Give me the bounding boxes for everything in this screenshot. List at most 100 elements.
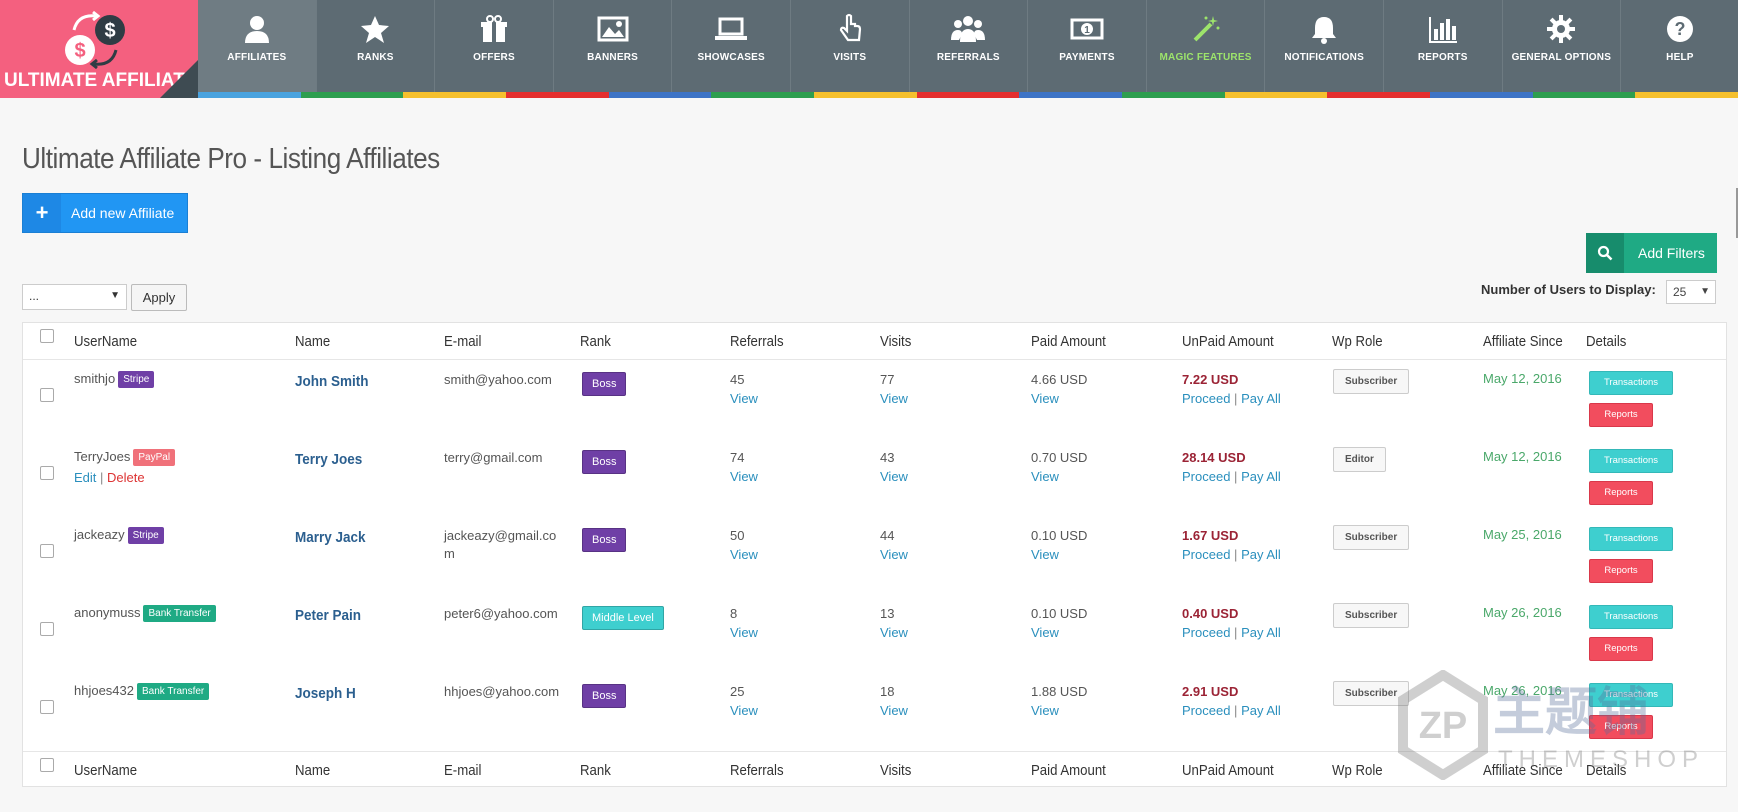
affiliate-name-link[interactable]: Terry Joes: [295, 451, 362, 468]
paid-view-link[interactable]: View: [1031, 467, 1087, 486]
laptop-icon: [714, 12, 748, 46]
delete-link[interactable]: Delete: [107, 470, 145, 485]
wp-role-button[interactable]: Subscriber: [1333, 525, 1410, 550]
footer-email[interactable]: E-mail: [444, 762, 481, 779]
header-referrals[interactable]: Referrals: [730, 333, 784, 350]
header-affiliate-since[interactable]: Affiliate Since: [1483, 333, 1563, 350]
row-checkbox[interactable]: [40, 700, 54, 714]
visits-view-link[interactable]: View: [880, 389, 908, 408]
referrals-view-link[interactable]: View: [730, 545, 758, 564]
transactions-button[interactable]: Transactions: [1589, 683, 1673, 707]
pay-all-link[interactable]: Pay All: [1241, 625, 1281, 640]
reports-button[interactable]: Reports: [1589, 559, 1653, 583]
nav-payments[interactable]: 1 PAYMENTS: [1028, 0, 1147, 92]
footer-unpaid-amount[interactable]: UnPaid Amount: [1182, 762, 1274, 779]
header-visits[interactable]: Visits: [880, 333, 911, 350]
nav-notifications[interactable]: NOTIFICATIONS: [1265, 0, 1384, 92]
transactions-button[interactable]: Transactions: [1589, 449, 1673, 473]
payment-method-badge: PayPal: [133, 449, 176, 467]
referrals-cell: 45 View: [730, 370, 758, 408]
visits-view-link[interactable]: View: [880, 623, 908, 642]
proceed-link[interactable]: Proceed: [1182, 703, 1230, 718]
proceed-link[interactable]: Proceed: [1182, 469, 1230, 484]
row-checkbox[interactable]: [40, 466, 54, 480]
row-checkbox[interactable]: [40, 388, 54, 402]
pay-all-link[interactable]: Pay All: [1241, 469, 1281, 484]
header-email[interactable]: E-mail: [444, 333, 481, 350]
pay-all-link[interactable]: Pay All: [1241, 547, 1281, 562]
paid-amount: 0.10 USD: [1031, 606, 1088, 621]
header-paid-amount[interactable]: Paid Amount: [1031, 333, 1106, 350]
reports-button[interactable]: Reports: [1589, 637, 1653, 661]
nav-help[interactable]: ? HELP: [1621, 0, 1738, 92]
transactions-button[interactable]: Transactions: [1589, 605, 1673, 629]
referrals-view-link[interactable]: View: [730, 623, 758, 642]
rank-badge: Boss: [582, 684, 627, 708]
nav-offers[interactable]: OFFERS: [435, 0, 554, 92]
wp-role-button[interactable]: Subscriber: [1333, 603, 1410, 628]
reports-button[interactable]: Reports: [1589, 481, 1653, 505]
pay-all-link[interactable]: Pay All: [1241, 703, 1281, 718]
select-all-checkbox-footer[interactable]: [40, 758, 54, 772]
visits-view-link[interactable]: View: [880, 545, 908, 564]
transactions-button[interactable]: Transactions: [1589, 527, 1673, 551]
header-wp-role[interactable]: Wp Role: [1332, 333, 1383, 350]
nav-ranks[interactable]: RANKS: [317, 0, 436, 92]
bulk-action-select[interactable]: ... ▼: [22, 284, 127, 310]
nav-banners[interactable]: BANNERS: [554, 0, 673, 92]
footer-wp-role[interactable]: Wp Role: [1332, 762, 1383, 779]
paid-view-link[interactable]: View: [1031, 389, 1087, 408]
paid-view-link[interactable]: View: [1031, 623, 1087, 642]
visits-view-link[interactable]: View: [880, 701, 908, 720]
affiliate-name-link[interactable]: Marry Jack: [295, 529, 366, 546]
affiliate-name-link[interactable]: John Smith: [295, 373, 369, 390]
affiliate-name-link[interactable]: Peter Pain: [295, 607, 361, 624]
header-unpaid-amount[interactable]: UnPaid Amount: [1182, 333, 1274, 350]
header-name[interactable]: Name: [295, 333, 330, 350]
proceed-link[interactable]: Proceed: [1182, 547, 1230, 562]
transactions-button[interactable]: Transactions: [1589, 371, 1673, 395]
wp-role-button[interactable]: Editor: [1333, 447, 1386, 472]
referrals-view-link[interactable]: View: [730, 389, 758, 408]
footer-paid-amount[interactable]: Paid Amount: [1031, 762, 1106, 779]
nav-reports[interactable]: REPORTS: [1384, 0, 1503, 92]
wp-role-button[interactable]: Subscriber: [1333, 681, 1410, 706]
affiliate-name-link[interactable]: Joseph H: [295, 685, 356, 702]
nav-referrals[interactable]: REFERRALS: [910, 0, 1029, 92]
paid-view-link[interactable]: View: [1031, 701, 1087, 720]
add-filters-button[interactable]: Add Filters: [1586, 233, 1717, 273]
row-checkbox[interactable]: [40, 544, 54, 558]
nav-general-options[interactable]: GENERAL OPTIONS: [1503, 0, 1622, 92]
logo[interactable]: $ $ ULTIMATE AFFILIATE: [0, 0, 198, 98]
header-rank[interactable]: Rank: [580, 333, 611, 350]
referrals-view-link[interactable]: View: [730, 467, 758, 486]
apply-button[interactable]: Apply: [131, 284, 187, 311]
paid-view-link[interactable]: View: [1031, 545, 1087, 564]
reports-button[interactable]: Reports: [1589, 403, 1653, 427]
edit-link[interactable]: Edit: [74, 470, 96, 485]
footer-name[interactable]: Name: [295, 762, 330, 779]
pay-all-link[interactable]: Pay All: [1241, 391, 1281, 406]
nav-showcases[interactable]: SHOWCASES: [672, 0, 791, 92]
nav-visits[interactable]: VISITS: [791, 0, 910, 92]
add-new-affiliate-button[interactable]: + Add new Affiliate: [22, 193, 188, 233]
main-menu: AFFILIATES RANKS OFFERS BANNERS SHOWCASES VIS…: [198, 0, 1738, 92]
nav-affiliates[interactable]: AFFILIATES: [198, 0, 317, 92]
footer-affiliate-since[interactable]: Affiliate Since: [1483, 762, 1563, 779]
referrals-view-link[interactable]: View: [730, 701, 758, 720]
users-display-select[interactable]: 25 ▼: [1666, 280, 1716, 304]
rank-cell: Middle Level: [582, 606, 664, 630]
visits-view-link[interactable]: View: [880, 467, 908, 486]
footer-visits[interactable]: Visits: [880, 762, 911, 779]
proceed-link[interactable]: Proceed: [1182, 391, 1230, 406]
reports-button[interactable]: Reports: [1589, 715, 1653, 739]
footer-rank[interactable]: Rank: [580, 762, 611, 779]
header-username[interactable]: UserName: [74, 333, 137, 350]
proceed-link[interactable]: Proceed: [1182, 625, 1230, 640]
row-checkbox[interactable]: [40, 622, 54, 636]
select-all-checkbox[interactable]: [40, 329, 54, 343]
footer-username[interactable]: UserName: [74, 762, 137, 779]
footer-referrals[interactable]: Referrals: [730, 762, 784, 779]
nav-magic-features[interactable]: MAGIC FEATURES: [1147, 0, 1266, 92]
wp-role-button[interactable]: Subscriber: [1333, 369, 1410, 394]
